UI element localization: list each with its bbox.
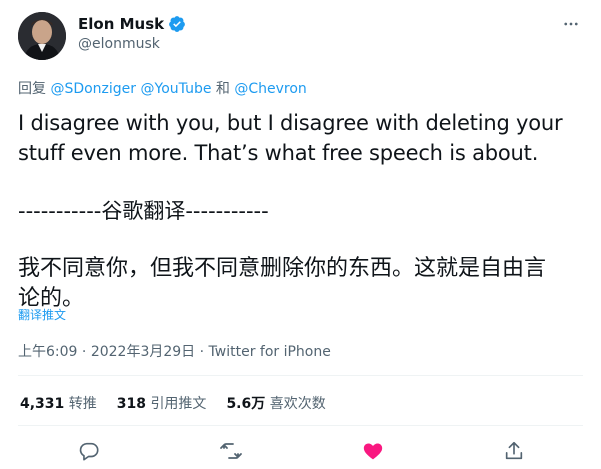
like-icon[interactable]: [361, 439, 385, 463]
tweet-text-line: I disagree with you, but I disagree with…: [18, 111, 563, 135]
reply-context: 回复 @SDonziger @YouTube 和 @Chevron: [18, 78, 307, 98]
meta-dot: ·: [81, 344, 87, 360]
likes-stat[interactable]: 5.6万 喜欢次数: [226, 393, 325, 413]
reply-icon[interactable]: [77, 439, 101, 463]
quotes-label: 引用推文: [150, 396, 207, 412]
quotes-stat[interactable]: 318 引用推文: [117, 393, 207, 413]
verified-badge-icon: [168, 15, 186, 33]
retweet-icon[interactable]: [219, 439, 243, 463]
tweet-meta: 上午6:09 · 2022年3月29日 · Twitter for iPhone: [18, 341, 331, 361]
tweet: Elon Musk @elonmusk 回复 @SDonziger @YouTu…: [0, 0, 601, 469]
retweets-label: 转推: [68, 396, 97, 412]
reply-user-link[interactable]: @SDonziger: [50, 81, 136, 97]
retweets-stat[interactable]: 4,331 转推: [20, 393, 97, 413]
author-block: Elon Musk @elonmusk: [78, 14, 186, 52]
action-bar: [0, 439, 601, 465]
retweets-count: 4,331: [20, 396, 65, 412]
reply-user-link[interactable]: @YouTube: [141, 81, 212, 97]
meta-dot: ·: [199, 344, 205, 360]
reply-prefix: 回复: [18, 81, 46, 97]
tweet-time[interactable]: 上午6:09: [18, 344, 77, 360]
tweet-text-line: stuff even more. That’s what free speech…: [18, 141, 539, 165]
avatar-image: [18, 12, 66, 60]
likes-count: 5.6万: [226, 396, 266, 412]
handle[interactable]: @elonmusk: [78, 36, 186, 52]
divider: [18, 375, 583, 376]
translation-text-line: 论的。: [18, 286, 85, 311]
translation-separator: -----------谷歌翻译-----------: [18, 199, 269, 223]
translate-tweet-link[interactable]: 翻译推文: [18, 306, 66, 323]
share-icon[interactable]: [502, 439, 526, 463]
quotes-count: 318: [116, 396, 146, 412]
tweet-date[interactable]: 2022年3月29日: [91, 344, 195, 360]
divider: [18, 425, 583, 426]
tweet-text: I disagree with you, but I disagree with…: [18, 108, 584, 314]
likes-label: 喜欢次数: [269, 396, 326, 412]
translation-text-line: 我不同意你，但我不同意删除你的东西。这就是自由言: [18, 256, 547, 281]
tweet-source[interactable]: Twitter for iPhone: [209, 344, 331, 360]
avatar[interactable]: [18, 12, 66, 60]
reply-conjunction: 和: [215, 81, 230, 97]
name-row: Elon Musk: [78, 14, 186, 34]
tweet-stats: 4,331 转推 318 引用推文 5.6万 喜欢次数: [20, 393, 326, 413]
reply-user-link[interactable]: @Chevron: [234, 81, 306, 97]
more-icon[interactable]: [561, 14, 581, 34]
display-name[interactable]: Elon Musk: [78, 15, 164, 33]
